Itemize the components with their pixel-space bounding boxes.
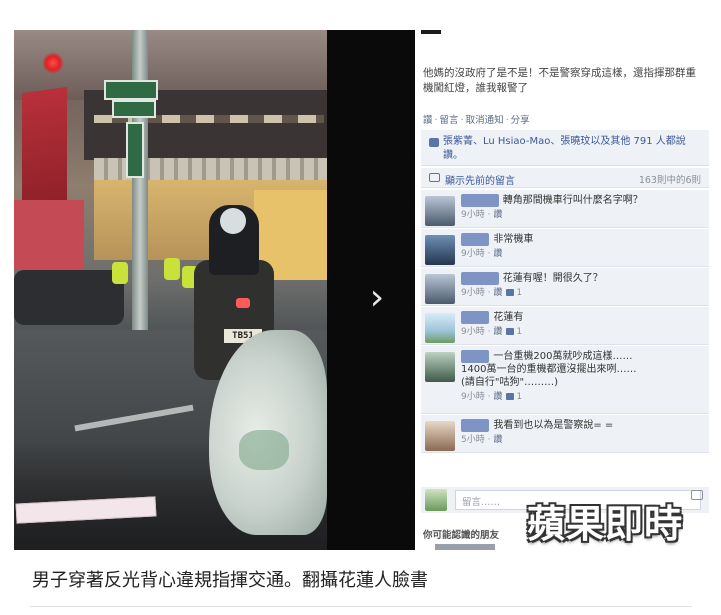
comment-like-link[interactable]: 讚 [493, 435, 502, 445]
comment-like-count[interactable]: 1 [516, 288, 522, 298]
avatar[interactable] [425, 352, 455, 382]
comment-time[interactable]: 5小時 [461, 435, 485, 445]
comment-link[interactable]: 留言 [440, 115, 459, 126]
avatar[interactable] [425, 196, 455, 226]
commenter-name-redacted[interactable]: ■■■ [461, 419, 490, 432]
commenter-name-redacted[interactable]: ■■■ [461, 311, 490, 324]
comment-text: 轉角那間機車行叫什麼名字啊？ [502, 195, 643, 206]
previous-comments-bar[interactable]: 顯示先前的留言 163則中的6則 [421, 168, 709, 188]
comment-body: ■■■我看到也以為是警察說= = 5小時 · 讚 [461, 419, 701, 447]
comment-item: ■■■■花蓮有喔！開很久了？ 9小時 · 讚1 [421, 268, 709, 306]
like-link[interactable]: 讚 [423, 115, 433, 126]
comment-item: ■■■一台重機200萬就吵成這樣…… 1400萬一台的重機都還沒擺出來咧…… (… [421, 346, 709, 414]
avatar[interactable] [425, 313, 455, 343]
commenter-name-redacted[interactable]: ■■■ [461, 350, 490, 363]
reflective-vest-person [164, 258, 180, 280]
rider-helmet [220, 208, 246, 234]
likes-text: 張紫菁、Lu Hsiao-Mao、張曉玟以及其他 791 人都說讚。 [443, 136, 686, 161]
comment-meta: 9小時 · 讚 [461, 210, 503, 220]
comment-time[interactable]: 9小時 [461, 249, 485, 259]
avatar[interactable] [425, 421, 455, 451]
vertical-street-sign [126, 122, 144, 178]
comment-item: ■■■非常機車 9小時 · 讚 [421, 229, 709, 267]
comment-text: 花蓮有 [493, 312, 524, 323]
divider-line [30, 606, 692, 607]
comment-meta: 5小時 · 讚 [461, 435, 503, 445]
comment-like-link[interactable]: 讚 [493, 288, 502, 298]
video-still-street-scene: TB51 [14, 30, 327, 550]
commenter-name-redacted[interactable]: ■■■■ [461, 272, 499, 285]
people-you-may-know-heading: 你可能認識的朋友 [423, 530, 500, 541]
comment-like-link[interactable]: 讚 [493, 392, 502, 402]
sign-pole [132, 30, 148, 330]
comment-like-link[interactable]: 讚 [493, 210, 502, 220]
apple-daily-watermark: 蘋果即時 [527, 502, 684, 546]
poster-name-redacted [421, 30, 441, 34]
comment-like-count[interactable]: 1 [516, 327, 522, 337]
camera-icon[interactable] [691, 490, 703, 500]
red-traffic-light [42, 52, 64, 74]
comment-meta: 9小時 · 讚1 [461, 288, 523, 298]
avatar [425, 489, 447, 511]
parked-motorcycles [14, 270, 124, 325]
thumbs-up-icon [506, 393, 515, 400]
comment-body: ■■■■花蓮有喔！開很久了？ 9小時 · 讚1 [461, 272, 701, 300]
comment-meta: 9小時 · 讚1 [461, 392, 523, 402]
comment-body: ■■■■轉角那間機車行叫什麼名字啊？ 9小時 · 讚 [461, 194, 701, 222]
thumbs-up-icon [506, 289, 515, 296]
comment-like-count[interactable]: 1 [516, 392, 522, 402]
previous-comments-link[interactable]: 顯示先前的留言 [445, 176, 515, 187]
unfollow-link[interactable]: 取消通知 [466, 115, 504, 126]
comment-like-link[interactable]: 讚 [493, 249, 502, 259]
comment-like-link[interactable]: 讚 [493, 327, 502, 337]
comment-item: ■■■花蓮有 9小時 · 讚1 [421, 307, 709, 345]
bag-print [239, 430, 289, 470]
comment-body: ■■■花蓮有 9小時 · 讚1 [461, 311, 701, 339]
comment-body: ■■■一台重機200萬就吵成這樣…… 1400萬一台的重機都還沒擺出來咧…… (… [461, 350, 701, 404]
comment-meta: 9小時 · 讚 [461, 249, 503, 259]
article-image: TB51 › 他媽的沒政府了是不是！不是警察穿成這樣，還指揮那群重機闖紅燈，誰我… [14, 30, 714, 550]
thumbs-up-icon [506, 328, 515, 335]
avatar[interactable] [425, 235, 455, 265]
comment-text: 非常機車 [493, 234, 534, 245]
photo-caption: 男子穿著反光背心違規指揮交通。翻攝花蓮人臉書 [32, 570, 428, 591]
tail-light [236, 298, 250, 308]
comment-item: ■■■■轉角那間機車行叫什麼名字啊？ 9小時 · 讚 [421, 190, 709, 228]
comment-text: 花蓮有喔！開很久了？ [502, 273, 603, 284]
street-sign [104, 80, 158, 100]
post-status-text: 他媽的沒政府了是不是！不是警察穿成這樣，還指揮那群重機闖紅燈，誰我報警了 [423, 67, 696, 94]
people-you-may-know-strip [435, 544, 495, 550]
comment-time[interactable]: 9小時 [461, 327, 485, 337]
comment-bubble-icon [429, 173, 440, 182]
comment-time[interactable]: 9小時 [461, 288, 485, 298]
post-actions: 讚 · 留言 · 取消通知 · 分享 [423, 115, 530, 126]
comment-time[interactable]: 9小時 [461, 392, 485, 402]
reflective-vest-person [112, 262, 128, 284]
chevron-right-icon[interactable]: › [363, 278, 391, 318]
share-link[interactable]: 分享 [511, 115, 530, 126]
commenter-name-redacted[interactable]: ■■■■ [461, 194, 499, 207]
comment-text: 我看到也以為是警察說= = [493, 420, 614, 431]
comment-meta: 9小時 · 讚1 [461, 327, 523, 337]
facebook-post-panel: 他媽的沒政府了是不是！不是警察穿成這樣，還指揮那群重機闖紅燈，誰我報警了 讚 · 留… [415, 30, 714, 550]
red-banner [14, 200, 84, 270]
comment-count: 163則中的6則 [638, 175, 701, 186]
thumbs-up-icon [429, 138, 439, 147]
commenter-name-redacted[interactable]: ■■■ [461, 233, 490, 246]
likes-summary[interactable]: 張紫菁、Lu Hsiao-Mao、張曉玟以及其他 791 人都說讚。 [421, 130, 709, 166]
avatar[interactable] [425, 274, 455, 304]
red-shop-sign [22, 86, 67, 214]
comment-body: ■■■非常機車 9小時 · 讚 [461, 233, 701, 261]
street-sign-lower [112, 100, 156, 118]
comment-time[interactable]: 9小時 [461, 210, 485, 220]
comment-item: ■■■我看到也以為是警察說= = 5小時 · 讚 [421, 415, 709, 453]
